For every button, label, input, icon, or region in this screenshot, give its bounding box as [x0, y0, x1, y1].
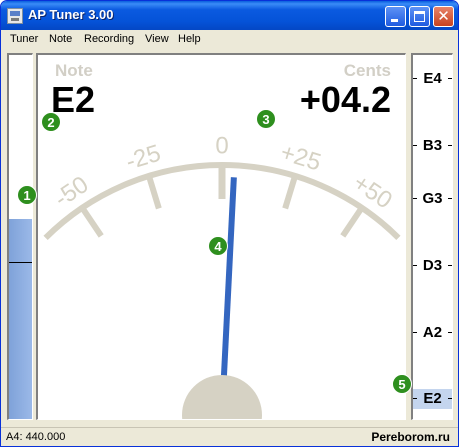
title-bar[interactable]: AP Tuner 3.00 ✕: [1, 1, 458, 30]
menu-bar: Tuner Note Recording View Help: [1, 30, 458, 49]
dial-scale-label: -25: [123, 140, 164, 176]
string-a2[interactable]: A2: [413, 323, 452, 343]
callout-badge-1: 1: [17, 185, 37, 205]
window-title: AP Tuner 3.00: [28, 7, 114, 22]
close-button[interactable]: ✕: [433, 6, 454, 27]
dial-scale-label: +50: [348, 169, 397, 214]
reference-pitch: A4: 440.000: [6, 431, 66, 443]
string-label: D3: [422, 257, 443, 274]
tuner-panel: -50 -25 0 +25 +50 Note Cents E2 +04.2 E4 B3 …: [5, 51, 456, 425]
level-threshold-line: [9, 262, 32, 263]
dial-tick: [340, 206, 365, 238]
watermark: Pereborom.ru: [371, 430, 450, 444]
input-level-meter: [7, 53, 33, 420]
note-label: Note: [55, 61, 93, 80]
string-selector: E4 B3 G3 D3 A2 E2: [411, 53, 453, 420]
string-g3[interactable]: G3: [413, 189, 452, 209]
string-b3[interactable]: B3: [413, 136, 452, 156]
callout-badge-5: 5: [392, 374, 412, 394]
cents-value: +04.2: [299, 79, 391, 120]
callout-badge-2: 2: [41, 112, 61, 132]
app-window: AP Tuner 3.00 ✕ Tuner Note Recording Vie…: [0, 0, 459, 447]
string-label: A2: [422, 324, 443, 341]
status-bar: A4: 440.000 Pereborom.ru: [1, 427, 458, 446]
menu-recording[interactable]: Recording: [84, 33, 134, 45]
string-label: B3: [422, 137, 443, 154]
note-value: E2: [51, 79, 96, 120]
string-label: E4: [423, 70, 442, 87]
cents-label: Cents: [343, 61, 391, 80]
dial-tick: [282, 175, 298, 210]
needle-hub: [182, 375, 262, 419]
maximize-icon: [414, 11, 425, 22]
input-level-fill: [9, 218, 32, 419]
string-label: G3: [422, 190, 443, 207]
menu-tuner[interactable]: Tuner: [10, 33, 38, 45]
tuning-needle: [220, 177, 237, 386]
menu-note[interactable]: Note: [49, 33, 72, 45]
minimize-icon: [391, 19, 398, 22]
string-label: E2: [423, 390, 442, 407]
close-icon: ✕: [437, 7, 450, 25]
minimize-button[interactable]: [385, 6, 406, 27]
menu-help[interactable]: Help: [178, 33, 201, 45]
dial-tick: [79, 206, 104, 238]
dial-tick: [146, 175, 162, 210]
menu-view[interactable]: View: [145, 33, 169, 45]
maximize-button[interactable]: [409, 6, 430, 27]
dial-scale-label: 0: [215, 132, 228, 159]
string-e4[interactable]: E4: [413, 69, 452, 89]
callout-badge-4: 4: [208, 236, 228, 256]
app-icon[interactable]: [7, 8, 23, 24]
string-d3[interactable]: D3: [413, 256, 452, 276]
callout-badge-3: 3: [256, 109, 276, 129]
string-e2[interactable]: E2: [413, 389, 452, 409]
